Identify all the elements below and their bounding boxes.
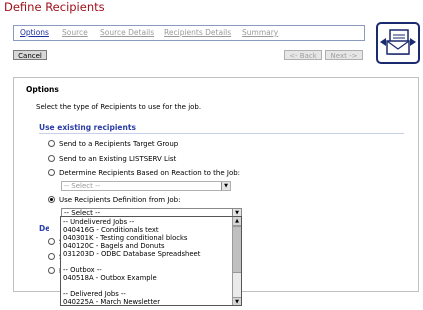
radio-button[interactable] bbox=[48, 253, 55, 260]
dropdown-option[interactable]: 040301K - Testing conditional blocks bbox=[62, 234, 233, 242]
tab-recipients-details: Recipients Details bbox=[164, 28, 232, 37]
tab-options[interactable]: Options bbox=[20, 28, 49, 37]
cancel-button[interactable]: Cancel bbox=[13, 50, 47, 60]
radio-label: Send to an Existing LISTSERV List bbox=[59, 155, 177, 163]
reaction-select-value: -- Select -- bbox=[64, 182, 101, 190]
dropdown-option[interactable]: 040416G - Conditionals text bbox=[62, 226, 233, 234]
scroll-up-icon[interactable]: ▲ bbox=[233, 217, 241, 226]
radio-label: Send to a Recipients Target Group bbox=[59, 140, 179, 148]
options-title: Options bbox=[26, 85, 59, 94]
dropdown-option[interactable]: 040518A - Outbox Example bbox=[62, 274, 233, 282]
dropdown-group-header: -- Delivered Jobs -- bbox=[63, 290, 126, 298]
envelope-arrow-icon bbox=[376, 22, 420, 64]
next-button[interactable]: Next -> bbox=[325, 50, 363, 60]
dropdown-group-header: -- Outbox -- bbox=[63, 266, 102, 274]
dropdown-scrollbar[interactable]: ▲ ▼ bbox=[232, 217, 241, 305]
options-description: Select the type of Recipients to use for… bbox=[36, 103, 202, 111]
reaction-select[interactable]: -- Select -- ▼ bbox=[61, 181, 231, 191]
section-use-existing: Use existing recipients bbox=[39, 123, 404, 134]
chevron-down-icon[interactable]: ▼ bbox=[221, 182, 230, 190]
page-title: Define Recipients bbox=[4, 0, 105, 14]
wizard-tab-bar: Options Source Source Details Recipients… bbox=[13, 25, 365, 41]
dropdown-option[interactable]: 031203D - ODBC Database Spreadsheet bbox=[62, 250, 233, 258]
radio-button[interactable] bbox=[48, 139, 55, 147]
scrollbar-thumb[interactable] bbox=[233, 226, 241, 273]
radio-button[interactable] bbox=[48, 267, 55, 274]
dropdown-option[interactable]: 040120C - Bagels and Donuts bbox=[62, 242, 233, 250]
dropdown-spacer bbox=[62, 282, 233, 290]
dropdown-spacer bbox=[62, 258, 233, 266]
radio-button[interactable] bbox=[48, 238, 55, 245]
tab-summary: Summary bbox=[242, 28, 279, 37]
tab-source-details: Source Details bbox=[100, 28, 155, 37]
job-dropdown-list[interactable]: -- Undelivered Jobs -- 040416G - Conditi… bbox=[60, 216, 242, 306]
radio-target-group[interactable]: Send to a Recipients Target Group bbox=[48, 139, 179, 148]
dropdown-option[interactable]: 040225A - March Newsletter bbox=[62, 298, 233, 305]
radio-partial-2[interactable]: S bbox=[48, 253, 60, 261]
radio-listserv-list[interactable]: Send to an Existing LISTSERV List bbox=[48, 154, 177, 163]
scroll-down-icon[interactable]: ▼ bbox=[233, 297, 241, 305]
back-button[interactable]: <- Back bbox=[284, 50, 322, 60]
radio-button-selected[interactable] bbox=[48, 195, 55, 203]
dropdown-group-header: -- Undelivered Jobs -- bbox=[63, 218, 135, 226]
radio-label: Use Recipients Definition from Job: bbox=[59, 196, 181, 204]
radio-partial-1[interactable]: S bbox=[48, 238, 60, 246]
radio-partial-3[interactable]: L bbox=[48, 267, 60, 275]
dropdown-options: -- Undelivered Jobs -- 040416G - Conditi… bbox=[62, 218, 233, 305]
radio-button[interactable] bbox=[48, 168, 55, 176]
radio-job-definition[interactable]: Use Recipients Definition from Job: bbox=[48, 195, 181, 204]
section-define-partial: Defi bbox=[39, 224, 49, 233]
tab-source: Source bbox=[62, 28, 88, 37]
define-recipients-page: Define Recipients Options Source Source … bbox=[0, 0, 423, 310]
radio-label: Determine Recipients Based on Reaction t… bbox=[59, 169, 241, 177]
radio-reaction[interactable]: Determine Recipients Based on Reaction t… bbox=[48, 168, 241, 177]
radio-button[interactable] bbox=[48, 154, 55, 162]
envelope-arrow-graphic bbox=[380, 29, 416, 55]
